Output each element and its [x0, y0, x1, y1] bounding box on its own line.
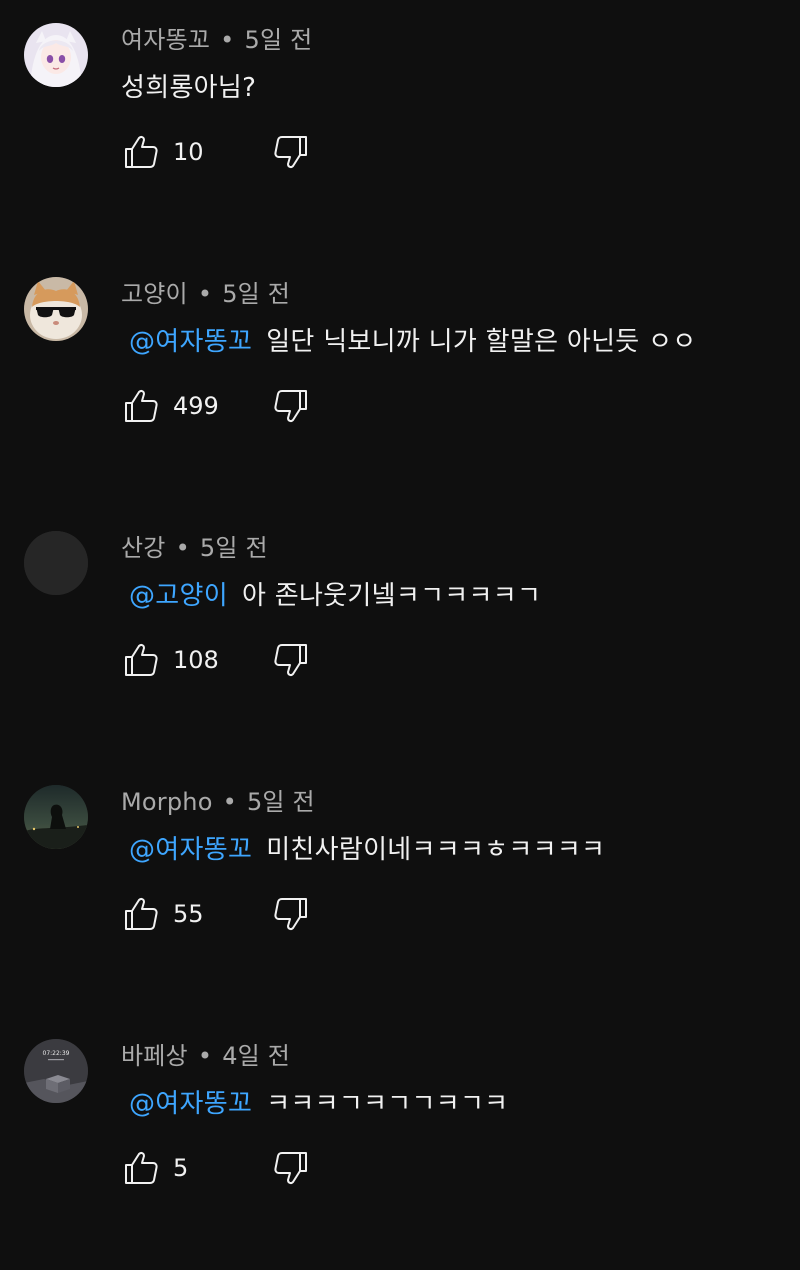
like-button[interactable]: 10: [121, 130, 204, 174]
comment-time: 5일 전: [246, 788, 315, 816]
comment-body: 일단 닉보니까 니가 할말은 아닌듯 ㅇㅇ: [266, 327, 697, 357]
comment-meta: Morpho • 5일 전: [121, 782, 315, 817]
comment-time: 4일 전: [222, 1042, 291, 1070]
separator-dot: •: [222, 788, 237, 816]
like-count: 108: [173, 646, 219, 674]
like-button[interactable]: 55: [121, 892, 204, 936]
comment-actions: 499: [121, 384, 421, 428]
thumbs-up-icon: [125, 1151, 158, 1184]
cat-sunglasses-avatar-icon: [24, 277, 88, 341]
comment-actions: 10: [121, 130, 421, 174]
like-button[interactable]: 5: [121, 1146, 188, 1190]
comment-meta: 산강 • 5일 전: [121, 528, 268, 563]
thumbs-down-icon: [274, 1152, 307, 1185]
thumbs-down-icon: [274, 644, 307, 677]
blank-avatar-icon: [24, 531, 88, 595]
separator-dot: •: [197, 1042, 213, 1070]
comment-actions: 108: [121, 638, 421, 682]
comment-text: @여자똥꼬 일단 닉보니까 니가 할말은 아닌듯 ㅇㅇ: [121, 321, 697, 358]
author-name[interactable]: 산강: [121, 534, 166, 562]
separator-dot: •: [197, 280, 213, 308]
separator-dot: •: [220, 26, 235, 54]
comment-time: 5일 전: [244, 26, 313, 54]
author-name[interactable]: Morpho: [121, 788, 213, 816]
avatar-clock-text: 07:22:39: [43, 1050, 70, 1057]
comment-item: 고양이 • 5일 전 @여자똥꼬 일단 닉보니까 니가 할말은 아닌듯 ㅇㅇ 499: [0, 254, 800, 508]
anime-girl-avatar-icon: [24, 23, 88, 87]
mention-link[interactable]: @고양이: [129, 581, 228, 611]
comment-actions: 5: [121, 1146, 421, 1190]
comment-meta: 여자똥꼬 • 5일 전: [121, 20, 312, 55]
like-count: 55: [173, 900, 204, 928]
comment-item: Morpho • 5일 전 @여자똥꼬 미친사람이네ㅋㅋㅋㅎㅋㅋㅋㅋ 55: [0, 762, 800, 1016]
night-sky-avatar-icon: [24, 785, 88, 849]
avatar[interactable]: [24, 531, 88, 595]
avatar[interactable]: [24, 23, 88, 87]
comment-actions: 55: [121, 892, 421, 936]
comment-item: 산강 • 5일 전 @고양이 아 존나웃기넼ㅋㄱㅋㅋㅋㄱ 108: [0, 508, 800, 762]
comment-body: 미친사람이네ㅋㅋㅋㅎㅋㅋㅋㅋ: [266, 835, 606, 865]
avatar[interactable]: [24, 277, 88, 341]
author-name[interactable]: 여자똥꼬: [121, 26, 210, 54]
thumbs-down-icon: [274, 390, 307, 423]
like-count: 499: [173, 392, 219, 420]
avatar[interactable]: [24, 785, 88, 849]
comment-meta: 바페상 • 4일 전: [121, 1036, 290, 1071]
comment-text: 성희롱아님?: [121, 67, 256, 104]
comment-text: @고양이 아 존나웃기넼ㅋㄱㅋㅋㅋㄱ: [121, 575, 541, 612]
comment-body: 성희롱아님?: [121, 73, 257, 103]
mention-link[interactable]: @여자똥꼬: [129, 835, 252, 865]
thumbs-up-icon: [125, 643, 158, 676]
dislike-button[interactable]: [271, 894, 311, 938]
clock-screen-avatar-icon: 07:22:39: [24, 1039, 88, 1103]
comment-body: ㅋㅋㅋㄱㅋㄱㄱㅋㄱㅋ: [266, 1089, 509, 1119]
like-count: 10: [173, 138, 204, 166]
comment-text: @여자똥꼬 미친사람이네ㅋㅋㅋㅎㅋㅋㅋㅋ: [121, 829, 605, 866]
like-button[interactable]: 108: [121, 638, 219, 682]
comment-time: 5일 전: [199, 534, 268, 562]
thumbs-up-icon: [125, 389, 158, 422]
dislike-button[interactable]: [271, 1148, 311, 1192]
mention-link[interactable]: @여자똥꼬: [129, 327, 252, 357]
separator-dot: •: [175, 534, 190, 562]
comment-body: 아 존나웃기넼ㅋㄱㅋㅋㅋㄱ: [241, 581, 542, 611]
thumbs-up-icon: [125, 897, 158, 930]
comment-time: 5일 전: [222, 280, 291, 308]
thumbs-down-icon: [274, 898, 307, 931]
thumbs-down-icon: [274, 136, 307, 169]
author-name[interactable]: 바페상: [121, 1042, 188, 1070]
comment-item: 07:22:39 바페상 • 4일 전 @여자똥꼬 ㅋㅋㅋㄱㅋㄱㄱㅋㄱㅋ 5: [0, 1016, 800, 1270]
thumbs-up-icon: [125, 135, 158, 168]
avatar[interactable]: 07:22:39: [24, 1039, 88, 1103]
dislike-button[interactable]: [271, 386, 311, 430]
dislike-button[interactable]: [271, 132, 311, 176]
comment-item: 여자똥꼬 • 5일 전 성희롱아님? 10: [0, 0, 800, 254]
comment-text: @여자똥꼬 ㅋㅋㅋㄱㅋㄱㄱㅋㄱㅋ: [121, 1083, 508, 1120]
author-name[interactable]: 고양이: [121, 280, 188, 308]
comment-meta: 고양이 • 5일 전: [121, 274, 290, 309]
like-count: 5: [173, 1154, 189, 1182]
dislike-button[interactable]: [271, 640, 311, 684]
mention-link[interactable]: @여자똥꼬: [129, 1089, 252, 1119]
like-button[interactable]: 499: [121, 384, 219, 428]
